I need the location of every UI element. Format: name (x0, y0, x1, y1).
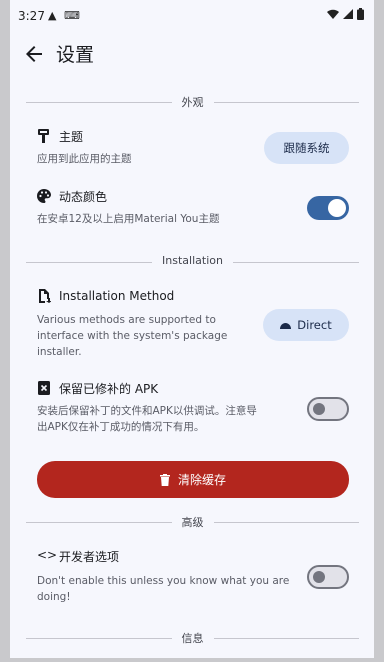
section-header-info: 信息 (26, 630, 359, 646)
keep-apk-toggle[interactable] (307, 397, 349, 421)
app-bar: 设置 (10, 32, 374, 80)
setting-title: 保留已修补的 APK (59, 382, 159, 396)
warning-icon: ▲ (48, 9, 57, 22)
setting-subtitle: Various methods are supported to interfa… (37, 314, 228, 358)
clear-cache-label: 清除缓存 (177, 473, 226, 487)
device-frame: 3:27 ▲ ⌨ 设置 外观 主题 应用到此应用的主题 跟随系统 动态颜色 在安… (0, 0, 384, 662)
palette-icon (37, 189, 51, 203)
page-title: 设置 (56, 44, 95, 66)
install-method-label: Direct (297, 318, 332, 332)
theme-select-button[interactable]: 跟随系统 (264, 132, 349, 164)
section-header-advanced: 高级 (26, 514, 359, 530)
paint-roller-icon (38, 129, 49, 143)
trash-icon (159, 473, 170, 486)
back-arrow-icon[interactable] (22, 42, 46, 66)
setting-title: 开发者选项 (59, 550, 120, 564)
android-icon (280, 323, 292, 329)
section-header-installation: Installation (26, 254, 359, 270)
toggle-knob (313, 571, 325, 583)
battery-icon (357, 8, 364, 20)
status-bar: 3:27 ▲ ⌨ (10, 0, 374, 32)
setting-subtitle: 在安卓12及以上启用Material You主题 (37, 213, 220, 225)
code-icon: <> (37, 548, 58, 562)
setting-subtitle: 安装后保留补丁的文件和APK以供调试。注意导 出APK仅在补丁成功的情况下有用。 (37, 405, 257, 433)
section-header-appearance: 外观 (26, 94, 359, 110)
install-method-button[interactable]: Direct (263, 309, 349, 341)
section-label: 高级 (171, 516, 214, 529)
apk-box-icon (38, 381, 50, 395)
section-label: 外观 (171, 96, 214, 109)
install-file-icon (39, 289, 51, 303)
signal-icon (343, 9, 353, 19)
setting-title: 动态颜色 (59, 190, 108, 204)
toggle-knob (313, 403, 325, 415)
dynamic-color-toggle[interactable] (307, 196, 349, 220)
keyboard-icon: ⌨ (64, 9, 80, 22)
clear-cache-button[interactable]: 清除缓存 (37, 461, 349, 498)
setting-subtitle: 应用到此应用的主题 (37, 153, 132, 165)
section-label: Installation (152, 254, 233, 267)
setting-title: 主题 (59, 130, 84, 144)
wifi-icon (327, 9, 339, 19)
section-label: 信息 (171, 632, 214, 645)
status-time: 3:27 (18, 9, 45, 23)
setting-subtitle: Don't enable this unless you know what y… (37, 575, 290, 603)
developer-options-toggle[interactable] (307, 565, 349, 589)
toggle-knob (328, 199, 346, 217)
setting-title: Installation Method (59, 289, 175, 303)
settings-screen: 3:27 ▲ ⌨ 设置 外观 主题 应用到此应用的主题 跟随系统 动态颜色 在安… (10, 0, 374, 658)
